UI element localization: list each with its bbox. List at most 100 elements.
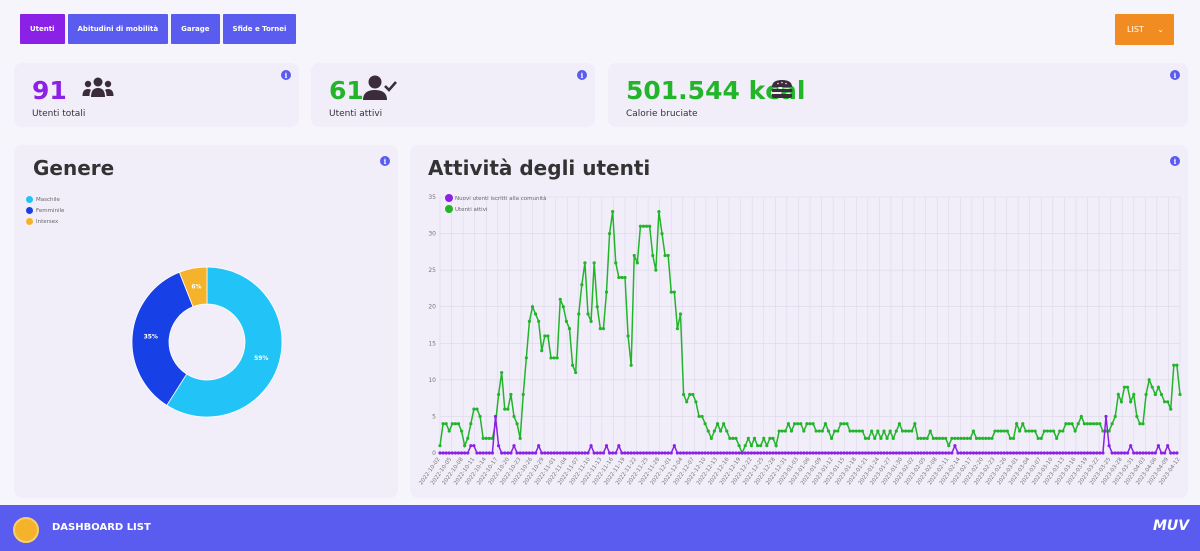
data-point[interactable] [601,327,606,331]
data-point[interactable] [1076,422,1080,426]
data-point[interactable] [700,451,704,455]
data-point[interactable] [820,429,824,433]
data-point[interactable] [956,436,960,440]
data-point[interactable] [1036,436,1040,440]
data-point[interactable] [1055,436,1059,440]
data-point[interactable] [715,451,720,455]
data-point[interactable] [580,283,584,287]
data-point[interactable] [996,451,1000,455]
data-point[interactable] [1138,422,1142,426]
data-point[interactable] [484,436,488,440]
data-point[interactable] [934,451,939,455]
data-point[interactable] [718,451,723,455]
data-point[interactable] [570,451,575,455]
data-point[interactable] [703,451,707,455]
tab-garage[interactable]: Garage [171,14,220,44]
data-point[interactable] [968,436,972,440]
data-point[interactable] [697,451,701,455]
data-point[interactable] [805,451,809,455]
data-point[interactable] [1005,451,1009,455]
data-point[interactable] [891,451,895,455]
data-point[interactable] [774,444,778,448]
data-point[interactable] [987,436,991,440]
data-point[interactable] [620,451,624,455]
data-point[interactable] [873,436,877,440]
data-point[interactable] [722,422,726,426]
data-point[interactable] [503,407,507,411]
data-point[interactable] [475,407,479,411]
data-point[interactable] [851,451,855,455]
data-point[interactable] [629,363,633,367]
data-point[interactable] [728,436,732,440]
data-point[interactable] [592,261,596,265]
data-point[interactable] [950,436,954,440]
data-point[interactable] [885,436,889,440]
data-point[interactable] [1021,451,1025,455]
data-point[interactable] [552,356,556,360]
data-point[interactable] [1036,451,1040,455]
data-point[interactable] [786,451,791,455]
data-point[interactable] [999,429,1003,433]
data-point[interactable] [718,429,723,433]
data-point[interactable] [648,224,652,228]
data-point[interactable] [561,451,565,455]
data-point[interactable] [543,451,547,455]
data-point[interactable] [598,451,602,455]
data-point[interactable] [796,422,800,426]
data-point[interactable] [1061,429,1065,433]
data-point[interactable] [1119,451,1124,455]
data-point[interactable] [441,451,445,455]
data-point[interactable] [1162,400,1167,404]
data-point[interactable] [1027,451,1031,455]
data-point[interactable] [715,422,720,426]
data-point[interactable] [1055,451,1059,455]
data-point[interactable] [570,363,575,367]
data-point[interactable] [638,224,643,228]
data-point[interactable] [1082,451,1087,455]
data-point[interactable] [669,290,673,294]
data-point[interactable] [626,451,630,455]
data-point[interactable] [789,429,794,433]
data-point[interactable] [521,392,525,397]
data-point[interactable] [1002,429,1006,433]
data-point[interactable] [509,392,513,397]
data-point[interactable] [481,451,485,455]
data-point[interactable] [1008,436,1013,440]
data-point[interactable] [1101,451,1105,455]
data-point[interactable] [1132,451,1136,455]
data-point[interactable] [459,451,464,455]
data-point[interactable] [749,451,754,455]
data-point[interactable] [876,429,880,433]
data-point[interactable] [1150,451,1154,455]
data-point[interactable] [953,436,957,440]
data-point[interactable] [515,422,519,426]
data-point[interactable] [786,422,791,426]
data-point[interactable] [697,414,701,419]
data-point[interactable] [666,253,670,258]
data-point[interactable] [765,451,769,455]
data-point[interactable] [1135,451,1139,455]
data-point[interactable] [1045,429,1050,433]
data-point[interactable] [857,429,861,433]
data-point[interactable] [496,444,501,448]
data-point[interactable] [802,429,806,433]
data-point[interactable] [1088,422,1093,426]
data-point[interactable] [1027,429,1031,433]
data-point[interactable] [1159,392,1164,397]
data-point[interactable] [1058,451,1062,455]
data-point[interactable] [931,451,935,455]
data-point[interactable] [598,327,602,331]
data-point[interactable] [1166,444,1170,448]
data-point[interactable] [607,231,612,236]
data-point[interactable] [589,319,593,323]
data-point[interactable] [586,312,590,316]
data-point[interactable] [456,422,461,426]
data-point[interactable] [463,444,467,448]
data-point[interactable] [481,436,485,440]
data-point[interactable] [805,422,809,426]
data-point[interactable] [953,444,957,448]
data-point[interactable] [1042,429,1046,433]
data-point[interactable] [672,290,676,294]
data-point[interactable] [916,436,920,440]
legend-item-femminile[interactable]: Femminile [26,207,64,214]
